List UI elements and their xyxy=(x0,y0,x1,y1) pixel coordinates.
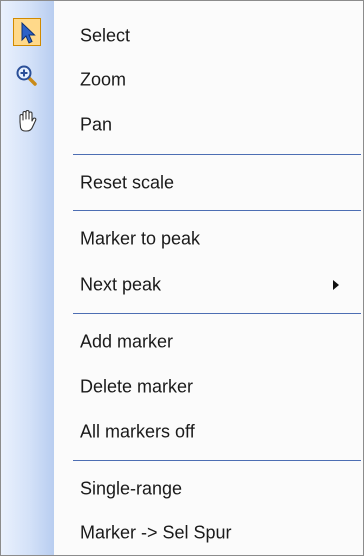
menu-item-label: Zoom xyxy=(80,69,127,90)
menu-item-label: Marker to peak xyxy=(80,228,201,249)
menu-item-label: Delete marker xyxy=(80,376,194,397)
menu-item-all-markers-off[interactable]: All markers off xyxy=(1,410,363,454)
menu-item-label: Select xyxy=(80,25,131,46)
menu-item-reset-scale[interactable]: Reset scale xyxy=(1,161,363,205)
menu-separator xyxy=(73,210,361,211)
menu-item-zoom[interactable]: Zoom xyxy=(1,58,363,102)
menu-item-marker-to-peak[interactable]: Marker to peak xyxy=(1,217,363,261)
menu-item-select[interactable]: Select xyxy=(1,14,363,58)
menu-separator xyxy=(73,460,361,461)
menu-separator xyxy=(73,154,361,155)
arrow-pointer-icon xyxy=(13,18,41,46)
zoom-in-icon xyxy=(13,62,41,90)
menu-item-label: All markers off xyxy=(80,421,195,442)
menu-item-label: Single-range xyxy=(80,478,183,499)
menu-item-label: Pan xyxy=(80,114,113,135)
hand-pan-icon xyxy=(13,107,41,135)
menu-item-marker-to-sel-spur[interactable]: Marker -> Sel Spur xyxy=(1,511,363,555)
menu-item-pan[interactable]: Pan xyxy=(1,103,363,147)
menu-item-delete-marker[interactable]: Delete marker xyxy=(1,365,363,409)
menu-item-label: Marker -> Sel Spur xyxy=(80,522,232,543)
menu-item-single-range[interactable]: Single-range xyxy=(1,467,363,511)
menu-item-label: Next peak xyxy=(80,274,162,295)
menu-separator xyxy=(73,313,361,314)
menu-item-next-peak[interactable]: Next peak xyxy=(1,263,363,307)
menu-item-add-marker[interactable]: Add marker xyxy=(1,320,363,364)
submenu-arrow-icon xyxy=(333,280,339,290)
menu-item-label: Add marker xyxy=(80,331,174,352)
menu-item-label: Reset scale xyxy=(80,172,175,193)
context-menu: Select Zoom Pan Reset scale Marker to pe… xyxy=(0,0,364,556)
